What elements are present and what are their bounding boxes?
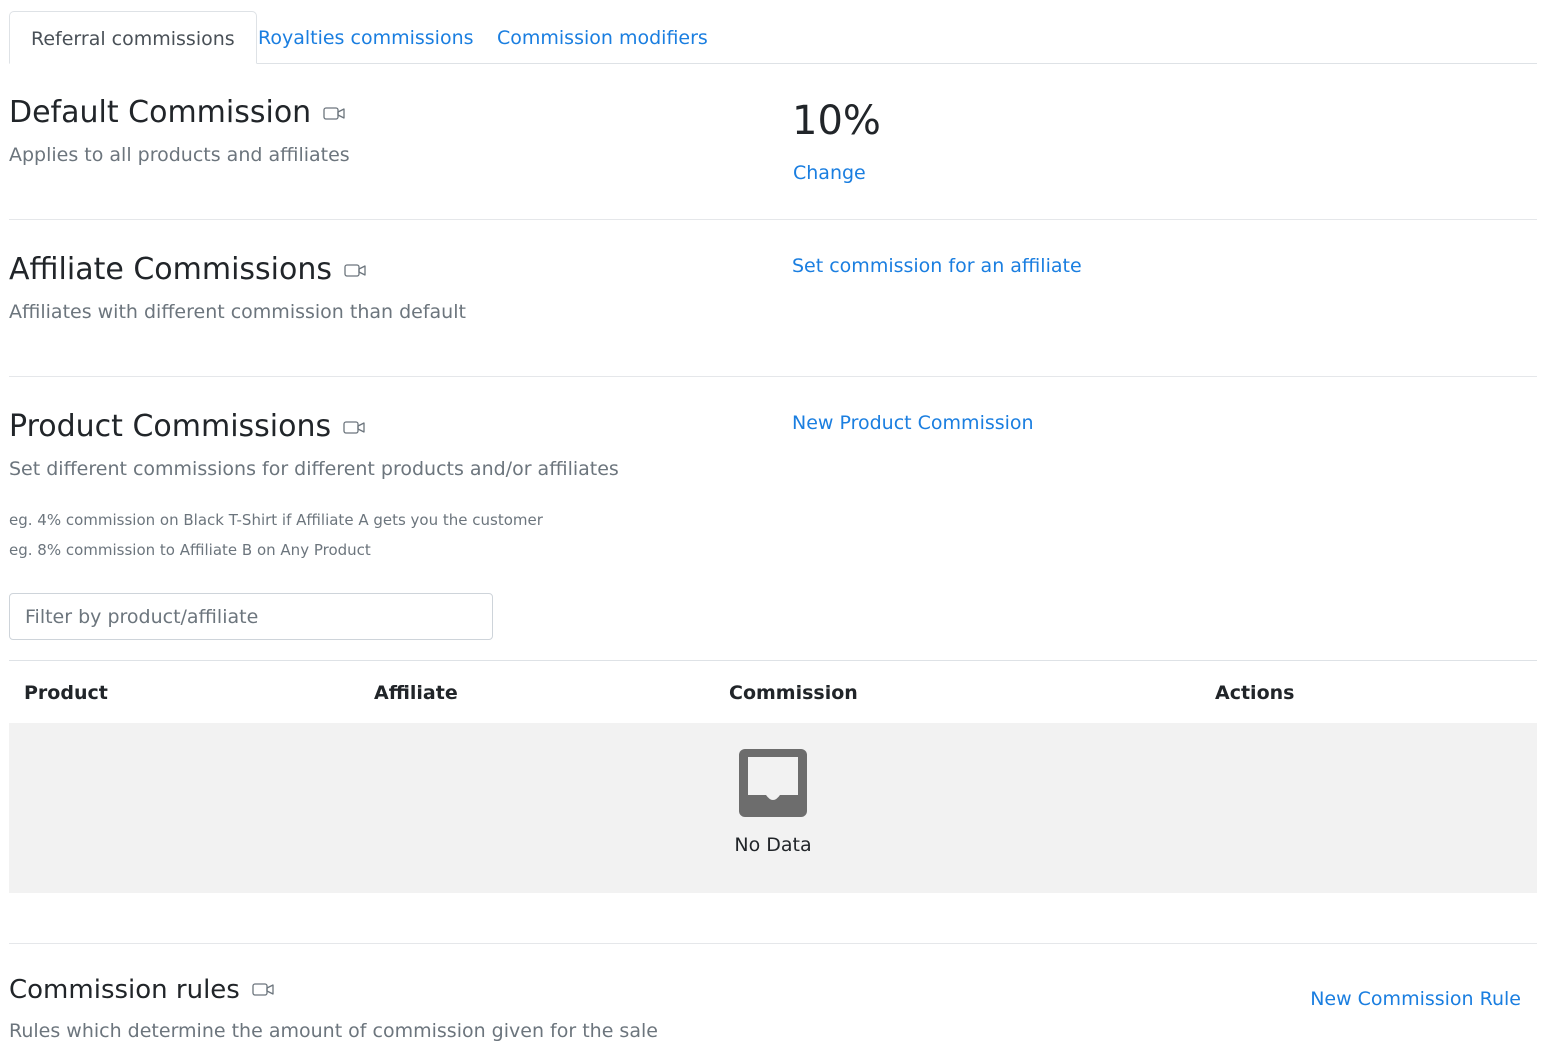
default-commission-value: 10% [792, 98, 881, 144]
commission-tabs: Referral commissions Royalties commissio… [9, 11, 1537, 64]
new-commission-rule-link[interactable]: New Commission Rule [1310, 988, 1521, 1010]
affiliate-commissions-heading: Affiliate Commissions [9, 252, 366, 288]
inbox-icon [739, 749, 807, 821]
column-header-actions: Actions [1215, 682, 1295, 704]
video-camera-icon[interactable] [252, 974, 274, 1004]
commission-rules-title: Commission rules [9, 975, 240, 1005]
example-text: eg. 8% commission to Affiliate B on Any … [9, 541, 371, 559]
product-commissions-heading: Product Commissions [9, 409, 365, 445]
table-empty-state: No Data [9, 723, 1537, 893]
default-commission-heading: Default Commission [9, 95, 345, 131]
set-affiliate-commission-link[interactable]: Set commission for an affiliate [792, 255, 1082, 277]
new-product-commission-link[interactable]: New Product Commission [792, 412, 1034, 434]
tab-royalties-commissions[interactable]: Royalties commissions [237, 11, 495, 63]
tab-referral-commissions[interactable]: Referral commissions [9, 11, 257, 64]
column-header-affiliate[interactable]: Affiliate [374, 661, 458, 725]
product-commissions-title: Product Commissions [9, 409, 332, 444]
column-header-commission[interactable]: Commission [729, 661, 858, 725]
video-camera-icon[interactable] [323, 94, 345, 129]
no-data-text: No Data [734, 834, 812, 856]
divider [9, 376, 1537, 377]
example-text: eg. 4% commission on Black T-Shirt if Af… [9, 511, 543, 529]
video-camera-icon[interactable] [344, 251, 366, 286]
table-header: Product Affiliate Commission Actions [9, 660, 1537, 725]
product-commissions-subtitle: Set different commissions for different … [9, 458, 619, 480]
commission-rules-subtitle: Rules which determine the amount of comm… [9, 1020, 658, 1042]
affiliate-commissions-title: Affiliate Commissions [9, 252, 333, 287]
default-commission-title: Default Commission [9, 95, 312, 130]
change-commission-link[interactable]: Change [793, 162, 866, 184]
column-header-product[interactable]: Product [24, 661, 108, 725]
affiliate-commissions-subtitle: Affiliates with different commission tha… [9, 301, 466, 323]
divider [9, 219, 1537, 220]
divider [9, 943, 1537, 944]
filter-input[interactable] [9, 593, 493, 640]
commission-rules-heading: Commission rules [9, 975, 274, 1006]
default-commission-subtitle: Applies to all products and affiliates [9, 144, 350, 166]
tab-commission-modifiers[interactable]: Commission modifiers [476, 11, 729, 63]
video-camera-icon[interactable] [343, 408, 365, 443]
